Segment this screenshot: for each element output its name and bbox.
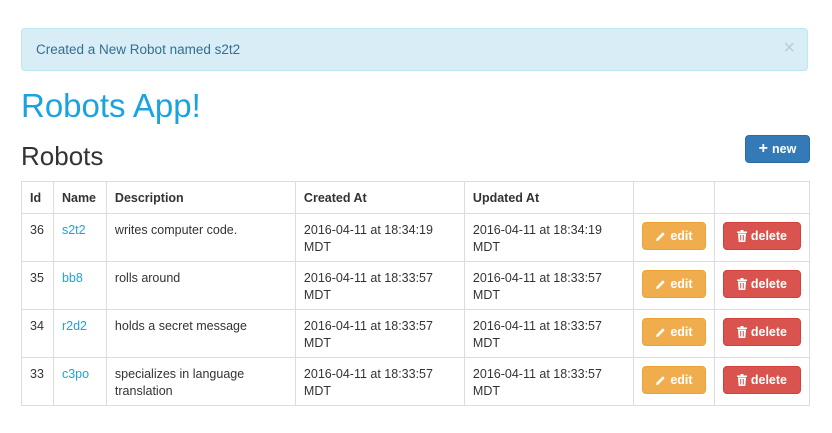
new-button-label: new [772, 142, 797, 156]
cell-name: s2t2 [52, 213, 107, 262]
edit-label: edit [670, 228, 693, 243]
cell-id: 33 [21, 357, 54, 406]
edit-button[interactable]: edit [641, 366, 706, 394]
cell-delete: delete [713, 357, 811, 406]
page: Created a New Robot named s2t2 × Robots … [0, 0, 832, 433]
cell-name: bb8 [52, 261, 107, 310]
edit-button[interactable]: edit [641, 318, 706, 346]
delete-button[interactable]: delete [722, 366, 801, 394]
trash-icon [736, 326, 747, 338]
close-icon[interactable]: × [783, 38, 795, 58]
cell-created-at: 2016-04-11 at 18:33:57 MDT [294, 357, 465, 406]
cell-description: specializes in language translation [105, 357, 296, 406]
info-alert: Created a New Robot named s2t2 × [21, 28, 808, 71]
robots-table: Id Name Description Created At Updated A… [21, 181, 811, 406]
cell-edit: edit [632, 261, 715, 310]
trash-icon [736, 374, 747, 386]
delete-label: delete [750, 372, 788, 387]
cell-created-at: 2016-04-11 at 18:33:57 MDT [294, 261, 465, 310]
header-created-at: Created At [294, 181, 465, 214]
delete-button[interactable]: delete [722, 222, 801, 250]
header-delete [713, 181, 811, 214]
header-description: Description [105, 181, 296, 214]
robot-name-link[interactable]: bb8 [62, 271, 83, 285]
cell-delete: delete [713, 309, 811, 358]
cell-updated-at: 2016-04-11 at 18:34:19 MDT [463, 213, 634, 262]
robot-name-link[interactable]: r2d2 [62, 319, 87, 333]
pencil-icon [655, 327, 666, 338]
pencil-icon [655, 375, 666, 386]
cell-edit: edit [632, 357, 715, 406]
table-row: 34 r2d2 holds a secret message 2016-04-1… [21, 309, 811, 358]
app-title: Robots App! [21, 87, 201, 124]
edit-label: edit [670, 324, 693, 339]
cell-description: rolls around [105, 261, 296, 310]
cell-name: c3po [52, 357, 107, 406]
delete-button[interactable]: delete [722, 270, 801, 298]
edit-button[interactable]: edit [641, 270, 706, 298]
pencil-icon [655, 231, 666, 242]
page-title: Robots [21, 141, 104, 171]
new-robot-button[interactable]: + new [745, 135, 810, 163]
table-row: 33 c3po specializes in language translat… [21, 357, 811, 406]
trash-icon [736, 278, 747, 290]
cell-id: 35 [21, 261, 54, 310]
edit-label: edit [670, 276, 693, 291]
cell-delete: delete [713, 261, 811, 310]
cell-created-at: 2016-04-11 at 18:34:19 MDT [294, 213, 465, 262]
pencil-icon [655, 279, 666, 290]
table-row: 35 bb8 rolls around 2016-04-11 at 18:33:… [21, 261, 811, 310]
cell-updated-at: 2016-04-11 at 18:33:57 MDT [463, 309, 634, 358]
header-edit [632, 181, 715, 214]
cell-updated-at: 2016-04-11 at 18:33:57 MDT [463, 261, 634, 310]
plus-icon: + [758, 140, 769, 157]
trash-icon [736, 230, 747, 242]
cell-delete: delete [713, 213, 811, 262]
table-header-row: Id Name Description Created At Updated A… [21, 181, 811, 214]
edit-button[interactable]: edit [641, 222, 706, 250]
header-id: Id [21, 181, 54, 214]
header-name: Name [52, 181, 107, 214]
cell-id: 36 [21, 213, 54, 262]
cell-description: writes computer code. [105, 213, 296, 262]
cell-edit: edit [632, 309, 715, 358]
edit-label: edit [670, 372, 693, 387]
delete-button[interactable]: delete [722, 318, 801, 346]
cell-name: r2d2 [52, 309, 107, 358]
delete-label: delete [750, 228, 788, 243]
robot-name-link[interactable]: c3po [62, 367, 89, 381]
cell-description: holds a secret message [105, 309, 296, 358]
alert-message: Created a New Robot named s2t2 [36, 42, 241, 57]
header-updated-at: Updated At [463, 181, 634, 214]
table-row: 36 s2t2 writes computer code. 2016-04-11… [21, 213, 811, 262]
robot-name-link[interactable]: s2t2 [62, 223, 86, 237]
delete-label: delete [750, 276, 788, 291]
cell-created-at: 2016-04-11 at 18:33:57 MDT [294, 309, 465, 358]
delete-label: delete [750, 324, 788, 339]
table-body: 36 s2t2 writes computer code. 2016-04-11… [21, 213, 811, 406]
cell-edit: edit [632, 213, 715, 262]
cell-updated-at: 2016-04-11 at 18:33:57 MDT [463, 357, 634, 406]
cell-id: 34 [21, 309, 54, 358]
